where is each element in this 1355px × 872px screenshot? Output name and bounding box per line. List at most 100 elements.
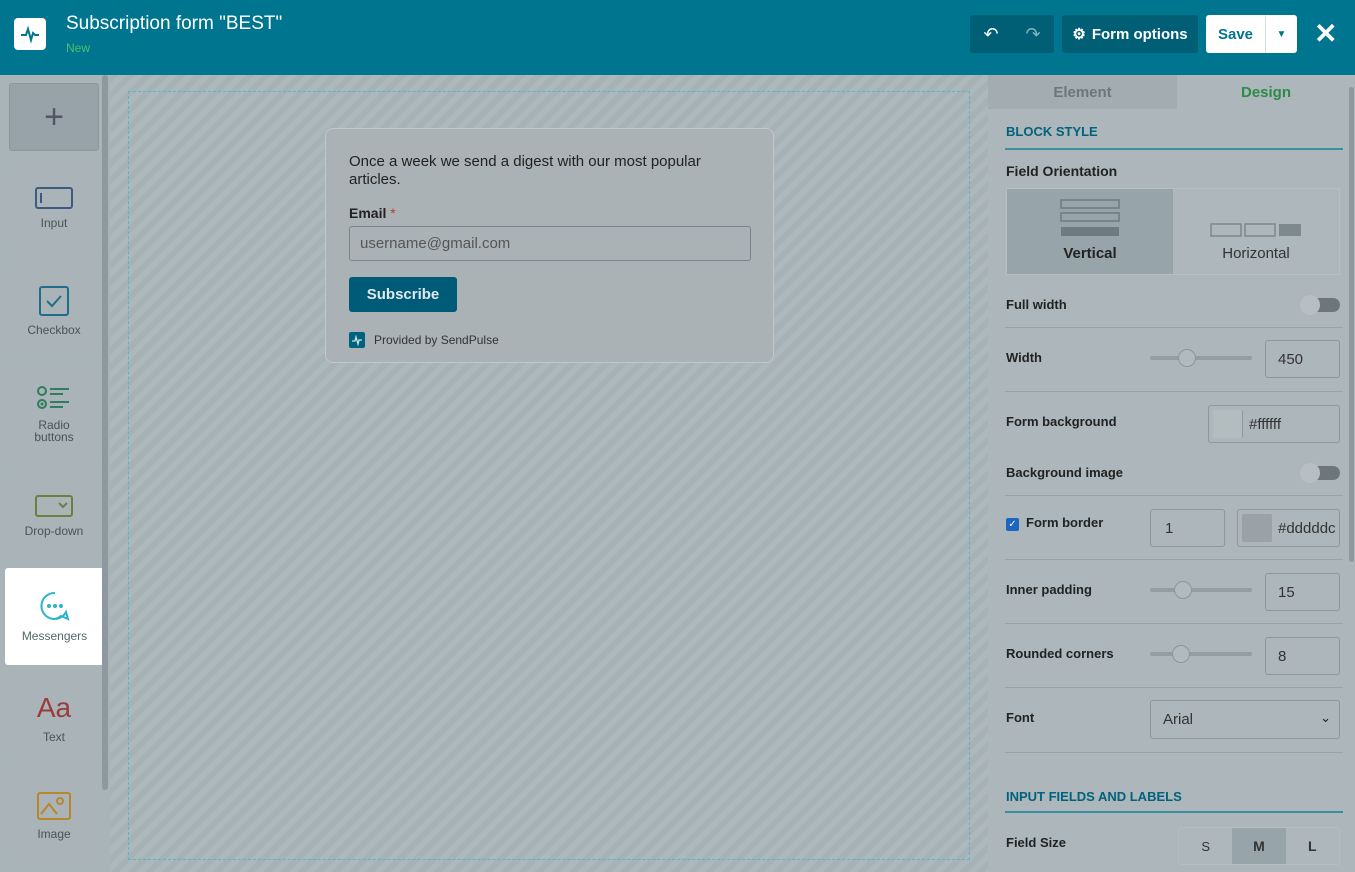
form-border-label: Form border — [1026, 515, 1104, 530]
tool-messengers-label: Messengers — [21, 629, 88, 643]
field-size-selector: S M L — [1178, 827, 1340, 865]
tool-messengers[interactable]: Messengers — [5, 568, 104, 665]
gear-icon: ⚙ — [1072, 26, 1086, 43]
divider — [1005, 752, 1343, 753]
width-slider[interactable] — [1150, 349, 1252, 367]
panel-tabs: Element Design — [988, 75, 1355, 109]
form-preview[interactable]: Once a week we send a digest with our mo… — [325, 128, 774, 363]
save-button[interactable]: Save — [1206, 15, 1266, 53]
panel-scrollbar[interactable] — [1349, 87, 1354, 562]
input-icon — [35, 187, 73, 209]
form-background-color-field[interactable]: #ffffff — [1208, 405, 1340, 443]
full-width-label: Full width — [1006, 297, 1067, 312]
divider — [1005, 495, 1343, 496]
divider — [1005, 559, 1343, 560]
font-label: Font — [1006, 710, 1035, 725]
orientation-vertical[interactable]: Vertical — [1007, 189, 1173, 274]
tool-input-label: Input — [40, 216, 68, 230]
form-border-color-field[interactable]: #dddddc — [1237, 509, 1340, 547]
image-icon — [37, 792, 71, 820]
text-icon: Aa — [36, 692, 72, 723]
form-border-color-value: #dddddc — [1278, 519, 1336, 537]
tool-drop-down-label: Drop-down — [24, 524, 84, 538]
tab-design[interactable]: Design — [1177, 75, 1355, 109]
email-input[interactable]: username@gmail.com — [349, 226, 751, 261]
tool-image[interactable]: Image — [9, 770, 99, 858]
top-bar: Subscription form "BEST" New ↶ ↷ ⚙ Form … — [0, 0, 1355, 75]
horizontal-layout-icon — [1210, 223, 1301, 237]
tool-checkbox[interactable]: Checkbox — [9, 264, 99, 352]
divider — [1005, 391, 1343, 392]
tool-radio-buttons-label: Radio buttons — [34, 418, 74, 444]
orientation-horizontal[interactable]: Horizontal — [1173, 189, 1339, 274]
redo-button[interactable]: ↷ — [1012, 15, 1054, 53]
section-divider — [1005, 148, 1343, 150]
field-size-s[interactable]: S — [1179, 828, 1233, 864]
full-width-toggle[interactable] — [1300, 295, 1340, 315]
inner-padding-slider-knob[interactable] — [1174, 581, 1192, 599]
undo-button[interactable]: ↶ — [970, 15, 1012, 53]
add-element-button[interactable]: + — [9, 83, 99, 151]
width-slider-knob[interactable] — [1178, 349, 1196, 367]
form-description[interactable]: Once a week we send a digest with our mo… — [349, 153, 749, 189]
tool-input[interactable]: Input — [9, 165, 99, 253]
form-border-swatch[interactable] — [1242, 514, 1272, 542]
form-border-width-input[interactable]: 1 — [1150, 509, 1225, 547]
form-status: New — [66, 41, 91, 55]
width-input[interactable]: 450 — [1265, 340, 1340, 378]
form-background-value: #ffffff — [1249, 415, 1281, 433]
tool-image-label: Image — [37, 827, 71, 841]
required-mark: * — [390, 205, 396, 221]
input-fields-title: INPUT FIELDS AND LABELS — [1006, 789, 1182, 804]
rounded-corners-slider[interactable] — [1150, 645, 1252, 663]
sendpulse-logo-icon — [14, 18, 46, 50]
radio-buttons-icon — [37, 386, 69, 409]
provided-by: Provided by SendPulse — [349, 332, 499, 348]
chevron-down-icon: ▼ — [1276, 28, 1287, 40]
field-orientation-label: Field Orientation — [1006, 163, 1118, 179]
save-button-group: Save ▼ — [1206, 15, 1297, 53]
form-options-button[interactable]: ⚙ Form options — [1062, 15, 1198, 53]
divider — [1005, 687, 1343, 688]
save-menu-button[interactable]: ▼ — [1266, 15, 1297, 53]
background-image-label: Background image — [1006, 465, 1124, 480]
tool-text[interactable]: Aa Text — [9, 671, 99, 759]
close-button[interactable]: ✕ — [1314, 18, 1337, 50]
tab-element[interactable]: Element — [988, 75, 1177, 109]
inner-padding-label: Inner padding — [1006, 582, 1092, 597]
field-size-m[interactable]: M — [1232, 828, 1286, 864]
divider — [1005, 623, 1343, 624]
orientation-horizontal-label: Horizontal — [1222, 245, 1290, 262]
width-label: Width — [1006, 350, 1042, 365]
inner-padding-slider[interactable] — [1150, 581, 1252, 599]
rounded-corners-slider-knob[interactable] — [1172, 645, 1190, 663]
plus-icon: + — [44, 97, 64, 136]
sendpulse-small-icon — [349, 332, 365, 348]
orientation-vertical-label: Vertical — [1063, 245, 1117, 262]
field-size-label: Field Size — [1006, 835, 1066, 850]
font-select-value: Arial — [1163, 711, 1194, 728]
checkbox-icon — [39, 286, 69, 316]
font-select[interactable]: Arial ⌄ — [1150, 700, 1340, 739]
form-border-checkbox[interactable]: ✓ — [1006, 518, 1019, 531]
history-buttons: ↶ ↷ — [970, 15, 1054, 53]
inner-padding-input[interactable]: 15 — [1265, 573, 1340, 611]
tool-radio-buttons[interactable]: Radio buttons — [9, 363, 99, 463]
provided-by-text: Provided by SendPulse — [374, 333, 499, 347]
undo-icon: ↶ — [983, 23, 999, 44]
subscribe-button[interactable]: Subscribe — [349, 277, 457, 312]
settings-panel: Element Design BLOCK STYLE Field Orienta… — [988, 75, 1355, 872]
email-label: Email * — [349, 205, 396, 221]
rounded-corners-input[interactable]: 8 — [1265, 637, 1340, 675]
background-image-toggle[interactable] — [1300, 463, 1340, 483]
field-size-l[interactable]: L — [1285, 828, 1339, 864]
dropdown-icon — [35, 495, 73, 517]
form-title: Subscription form "BEST" — [66, 13, 283, 34]
orientation-selector: Vertical Horizontal — [1006, 188, 1340, 275]
rounded-corners-label: Rounded corners — [1006, 646, 1114, 661]
redo-icon: ↷ — [1025, 23, 1041, 44]
divider — [1005, 327, 1343, 328]
sidebar-scrollbar[interactable] — [102, 75, 108, 790]
tool-drop-down[interactable]: Drop-down — [9, 473, 99, 561]
form-background-swatch[interactable] — [1213, 410, 1243, 438]
